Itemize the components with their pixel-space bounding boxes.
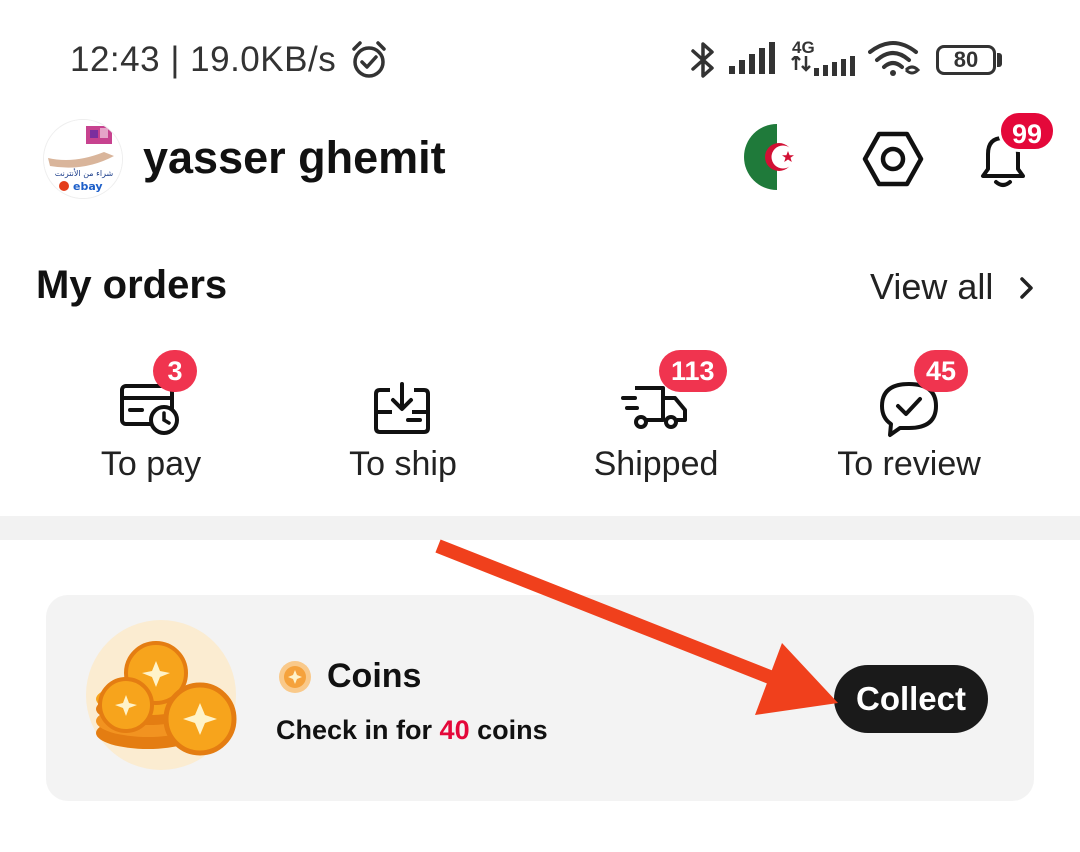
section-divider [0,516,1080,540]
algeria-flag-icon[interactable] [744,124,810,190]
box-download-icon [374,382,430,434]
to-pay-badge: 3 [153,350,197,392]
signal-icon [729,42,775,74]
svg-text:شراء من الأنترنت: شراء من الأنترنت [55,168,114,178]
separator: | [170,40,180,79]
notification-badge: 99 [998,110,1056,152]
to-ship-label: To ship [349,445,457,483]
alarm-icon [352,41,386,78]
coins-card[interactable]: Coins Check in for 40 coins Collect [46,595,1034,801]
svg-text:ebay: ebay [73,180,103,193]
avatar[interactable]: شراء من الأنترنت ebay [43,119,123,199]
coins-subtitle-suffix: coins [477,715,548,745]
gear-icon[interactable] [862,128,924,190]
coins-subtitle: Check in for 40 coins [276,715,548,746]
network-speed: 19.0KB/s [190,40,337,79]
shipped-badge: 113 [659,350,727,392]
4g-signal-icon [791,56,855,76]
network-type: 4G [792,38,815,57]
profile-header: شراء من الأنترنت ebay yasser ghemit 99 [0,110,1080,210]
view-all-link[interactable]: View all [870,266,993,308]
coin-icon [279,661,311,693]
coins-subtitle-prefix: Check in for [276,715,433,745]
order-to-ship[interactable]: To ship [278,370,528,500]
order-to-pay[interactable]: 3 To pay [26,350,276,500]
status-bar: 12:43 | 19.0KB/s 4G 80 [0,0,1080,110]
orders-title: My orders [36,263,228,307]
to-review-label: To review [837,445,981,483]
avatar-image: شراء من الأنترنت ebay [44,120,122,198]
order-to-review[interactable]: 45 To review [784,350,1034,500]
chevron-right-icon[interactable] [1018,276,1036,300]
status-time: 12:43 | 19.0KB/s [70,40,336,80]
coins-amount: 40 [439,715,470,745]
to-pay-label: To pay [100,445,202,483]
order-shipped[interactable]: 113 Shipped [531,350,781,500]
coins-pile-icon [86,620,237,770]
username: yasser ghemit [143,132,446,183]
battery-cap [997,53,1002,67]
collect-button[interactable]: Collect [834,665,988,733]
shipped-label: Shipped [593,445,719,483]
to-review-badge: 45 [914,350,969,392]
battery-level: 80 [953,47,979,72]
bluetooth-icon [691,42,714,78]
wifi-icon [868,41,921,76]
coins-title: Coins [327,657,422,695]
clock-text: 12:43 [70,40,161,79]
